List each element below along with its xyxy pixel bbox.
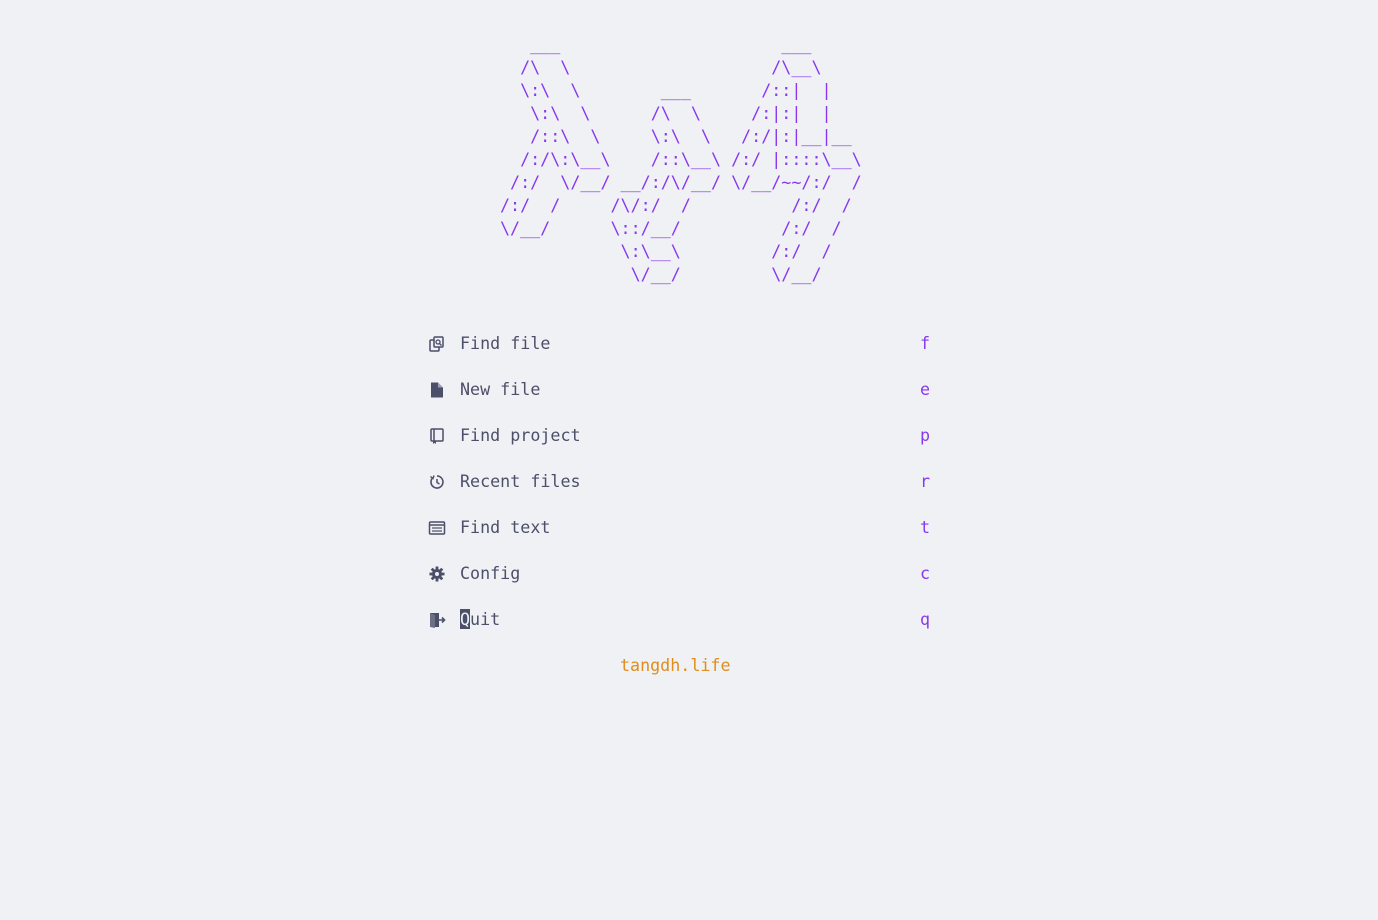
menu-item-label: Find file <box>460 333 551 353</box>
logo-line: ___ ___ <box>500 34 812 54</box>
logo-line: /\ \ /\__\ <box>500 57 822 77</box>
logo-line: /:/ \/__/ __/:/\/__/ \/__/~~/:/ / <box>500 172 862 192</box>
logo-line: /::\ \ \:\ \ /:/|:|__|__ <box>500 126 852 146</box>
logo-line: \:\ \ /\ \ /:|:| | <box>500 103 832 123</box>
menu-item-find-file[interactable]: Find file f <box>428 330 932 376</box>
shortcut-key: c <box>919 563 930 583</box>
menu-item-quit[interactable]: Quit q <box>428 606 932 652</box>
shortcut-key: q <box>919 609 930 629</box>
menu-item-find-project[interactable]: Find project p <box>428 422 932 468</box>
logo-line: /:/\:\__\ /::\__\ /:/ |::::\__\ <box>500 149 862 169</box>
shortcut-key: r <box>919 471 930 491</box>
logo-line: \:\ \ ___ /::| | <box>500 80 832 100</box>
menu-item-label: Recent files <box>460 471 581 491</box>
find-project-icon <box>428 427 446 445</box>
find-text-icon <box>428 519 446 537</box>
logo-line: \/__/ \::/__/ /:/ / <box>500 218 842 238</box>
config-icon <box>428 565 446 583</box>
dashboard-menu: Find file f New file e Find project p Re… <box>428 330 932 652</box>
quit-icon <box>428 611 446 629</box>
logo-line: /:/ / /\/:/ / /:/ / <box>500 195 852 215</box>
footer-text: tangdh.life <box>620 655 731 675</box>
shortcut-key: e <box>919 379 930 399</box>
menu-item-label-rest: uit <box>470 609 501 629</box>
shortcut-key: p <box>919 425 930 445</box>
menu-item-label: Find text <box>460 517 551 537</box>
find-file-icon <box>428 335 446 353</box>
menu-item-config[interactable]: Config c <box>428 560 932 606</box>
menu-item-find-text[interactable]: Find text t <box>428 514 932 560</box>
logo-line: \/__/ \/__/ <box>500 264 822 284</box>
ascii-logo: ___ ___ /\ \ /\__\ \:\ \ ___ /::| | \:\ … <box>500 33 862 286</box>
new-file-icon <box>428 381 446 399</box>
menu-item-recent-files[interactable]: Recent files r <box>428 468 932 514</box>
logo-line: \:\__\ /:/ / <box>500 241 832 261</box>
menu-item-label: Quit <box>460 606 500 632</box>
menu-item-new-file[interactable]: New file e <box>428 376 932 422</box>
shortcut-key: t <box>919 517 930 537</box>
shortcut-key: f <box>919 333 930 353</box>
recent-files-icon <box>428 473 446 491</box>
menu-item-label: New file <box>460 379 541 399</box>
text-cursor: Q <box>460 609 471 629</box>
menu-item-label: Config <box>460 563 521 583</box>
menu-item-label: Find project <box>460 425 581 445</box>
